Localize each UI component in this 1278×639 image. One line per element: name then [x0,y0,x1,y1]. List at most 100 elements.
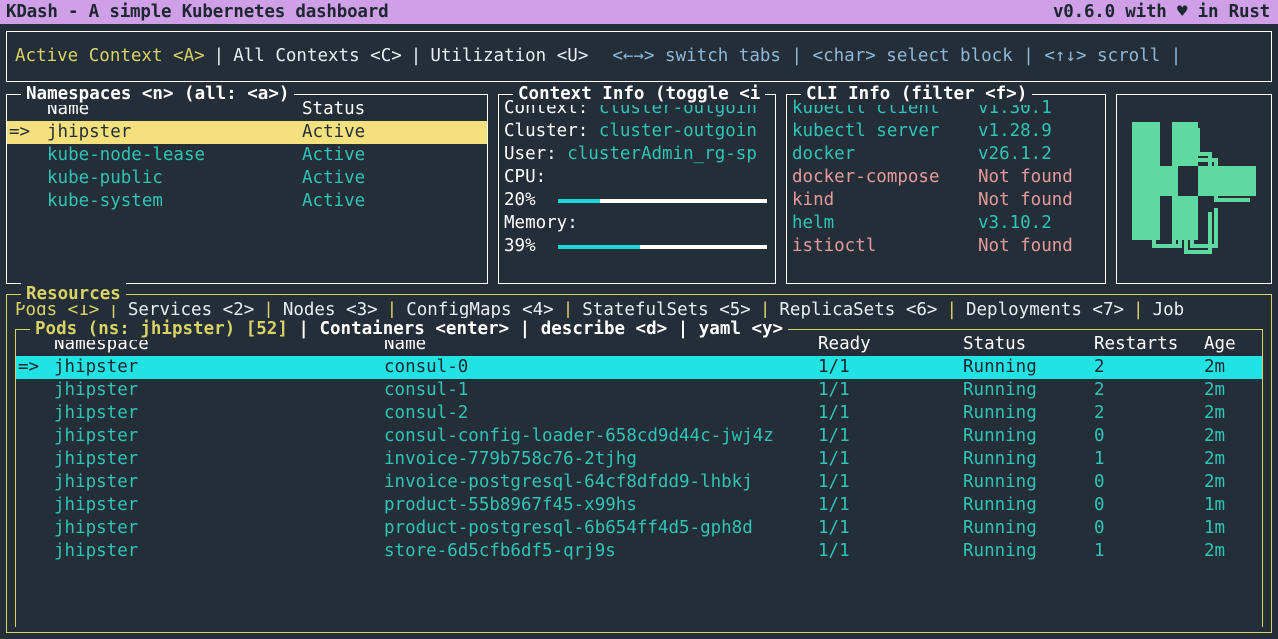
user-value: clusterAdmin_rg-sp [567,144,757,164]
pod-age: 2m [1204,426,1226,446]
selection-marker: => [18,357,40,377]
tab-separator: | [213,46,225,66]
cli-info-table: kubectl client v1.30.1 kubectl server v1.28… [787,95,1105,258]
namespaces-col-status: Status [302,99,366,119]
pod-status: Running [963,403,1037,423]
pod-restarts: 0 [1094,472,1105,492]
pod-namespace: jhipster [54,449,139,469]
resource-tab-7[interactable]: Job [1153,299,1185,322]
pod-age: 2m [1204,472,1226,492]
app-version: v0.6.0 with ♥ in Rust [1052,1,1270,22]
pod-ready: 1/1 [818,380,850,400]
cli-tool-name: istioctl [792,236,877,256]
pods-col-status: Status [963,334,1027,354]
pod-status: Running [963,380,1037,400]
cpu-label: CPU: [504,167,547,187]
memory-label: Memory: [504,213,578,233]
table-row[interactable]: jhipster product-55b8967f45-x99hs 1/1 Runni… [16,494,1262,517]
pod-restarts: 0 [1094,518,1105,538]
resource-tab-separator: | [946,299,957,320]
cli-tool-version: Not found [978,190,1073,210]
resource-tab-separator: | [1133,299,1144,320]
pod-name: invoice-postgresql-64cf8dfdd9-lhbkj [384,472,753,492]
namespace-row[interactable]: kube-node-lease Active [7,144,487,167]
pod-age: 2m [1204,357,1226,377]
cli-info-row: helm v3.10.2 [792,212,1103,235]
pod-restarts: 2 [1094,380,1105,400]
namespace-row[interactable]: => jhipster Active [7,121,487,144]
pod-ready: 1/1 [818,472,850,492]
pods-title-actions: | Containers <enter> | describe <d> | ya… [287,319,784,339]
pod-restarts: 0 [1094,426,1105,446]
namespace-row[interactable]: kube-system Active [7,190,487,213]
cli-tool-name: kubectl server [792,121,940,141]
cli-info-row: istioctl Not found [792,235,1103,258]
pod-name: store-6d5cfb6df5-qrj9s [384,541,616,561]
table-row[interactable]: jhipster consul-2 1/1 Running 2 2m [16,402,1262,425]
pods-col-restarts: Restarts [1094,334,1179,354]
cli-tool-version: Not found [978,167,1073,187]
pod-ready: 1/1 [818,426,850,446]
table-row[interactable]: jhipster consul-config-loader-658cd9d44c-… [16,425,1262,448]
context-info-panel[interactable]: Context Info (toggle <i Context: cluster… [498,83,776,284]
pod-age: 2m [1204,449,1226,469]
pod-restarts: 2 [1094,357,1105,377]
table-row[interactable]: => jhipster consul-0 1/1 Running 2 2m [16,356,1262,379]
context-tab-2[interactable]: Utilization <U> [430,45,588,68]
pods-table-panel[interactable]: Pods (ns: jhipster) [52] | Containers <e… [15,318,1263,627]
cli-info-row: docker-compose Not found [792,166,1103,189]
pod-name: consul-0 [384,357,469,377]
pod-ready: 1/1 [818,403,850,423]
resources-panel-title: Resources [21,283,126,305]
table-row[interactable]: jhipster invoice-postgresql-64cf8dfdd9-lh… [16,471,1262,494]
table-row[interactable]: jhipster invoice-779b758c76-2tjhg 1/1 Runni… [16,448,1262,471]
resource-tab-6[interactable]: Deployments <7> [966,299,1124,322]
pods-table[interactable]: Namespace Name Ready Status Restarts Age => jhi… [16,330,1262,563]
pod-name: consul-config-loader-658cd9d44c-jwj4z [384,426,774,446]
resource-tab-5[interactable]: ReplicaSets <6> [779,299,937,322]
namespace-row[interactable]: kube-public Active [7,167,487,190]
kdash-k-logo-icon [1132,122,1256,254]
cli-tool-name: helm [792,213,835,233]
pod-namespace: jhipster [54,380,139,400]
cpu-gauge-track [558,198,767,203]
namespaces-panel-title: Namespaces <n> (all: <a>) [21,83,295,105]
pods-col-age: Age [1204,334,1236,354]
namespaces-table[interactable]: Name Status => jhipster Active kube-node-leas… [7,95,487,213]
pod-name: consul-2 [384,403,469,423]
pod-name: product-55b8967f45-x99hs [384,495,637,515]
cli-tool-name: docker [792,144,856,164]
resources-panel[interactable]: Resources Pods <1> | Services <2> | Nodes <3… [6,283,1272,633]
cpu-gauge-fill [558,198,600,203]
memory-gauge: 39% [504,235,773,258]
pod-status: Running [963,449,1037,469]
pod-ready: 1/1 [818,518,850,538]
app-title: KDash - A simple Kubernetes dashboard [6,1,389,22]
cpu-percent-text: 20% [504,190,536,210]
table-row[interactable]: jhipster product-postgresql-6b654ff4d5-gp… [16,517,1262,540]
cli-info-panel-title: CLI Info (filter <f>) [801,83,1033,105]
pod-status: Running [963,426,1037,446]
memory-gauge-track [558,244,767,249]
context-tab-0[interactable]: Active Context <A> [15,45,205,68]
table-row[interactable]: jhipster consul-1 1/1 Running 2 2m [16,379,1262,402]
pod-age: 2m [1204,403,1226,423]
pod-ready: 1/1 [818,357,850,377]
cli-tool-version: v26.1.2 [978,144,1052,164]
context-tab-1[interactable]: All Contexts <C> [233,45,402,68]
pod-restarts: 0 [1094,495,1105,515]
cli-tool-name: docker-compose [792,167,940,187]
navigation-bar: Active Context <A> | All Contexts <C> | Util… [6,31,1272,82]
tab-separator: | [410,46,422,66]
namespace-name: jhipster [47,122,132,142]
table-row[interactable]: jhipster store-6d5cfb6df5-qrj9s 1/1 Running… [16,540,1262,563]
pod-status: Running [963,541,1037,561]
pod-ready: 1/1 [818,495,850,515]
pod-age: 1m [1204,495,1226,515]
cli-info-row: kind Not found [792,189,1103,212]
pod-status: Running [963,518,1037,538]
pod-restarts: 1 [1094,541,1105,561]
context-tabs[interactable]: Active Context <A> | All Contexts <C> | Util… [15,45,588,68]
cli-info-panel[interactable]: CLI Info (filter <f>) kubectl client v1.3… [786,83,1106,284]
namespaces-panel[interactable]: Namespaces <n> (all: <a>) Name Status => jh… [6,83,488,284]
